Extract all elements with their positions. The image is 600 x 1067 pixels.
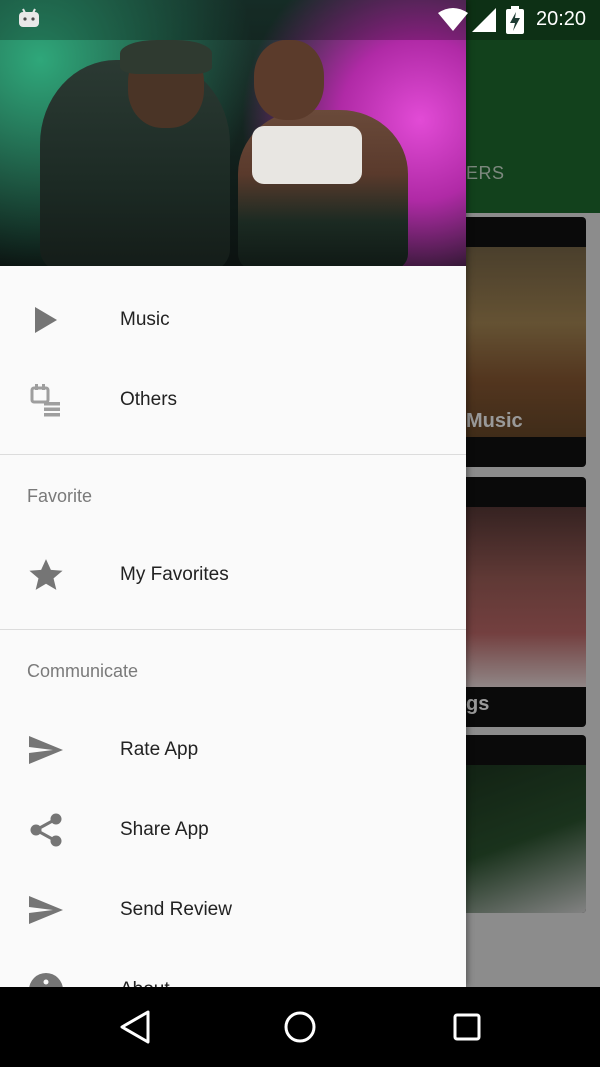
- divider: [0, 629, 466, 630]
- drawer-item-label: Others: [120, 389, 178, 410]
- drawer-item-label: Share App: [120, 819, 209, 840]
- header-photo-person: [252, 126, 362, 184]
- home-button[interactable]: [280, 1007, 320, 1047]
- header-photo-person: [254, 40, 324, 120]
- send-icon: [26, 730, 66, 770]
- play-icon: [26, 300, 66, 340]
- back-button[interactable]: [115, 1007, 155, 1047]
- drawer-item-my-favorites[interactable]: My Favorites: [0, 535, 466, 615]
- drawer-item-label: Send Review: [120, 899, 232, 920]
- status-time: 20:20: [536, 8, 587, 30]
- recents-button[interactable]: [447, 1007, 487, 1047]
- cell-signal-icon: [472, 8, 496, 32]
- header-photo-person: [120, 40, 212, 74]
- drawer-item-label: About: [120, 979, 170, 987]
- drawer-item-rate-app[interactable]: Rate App: [0, 710, 466, 790]
- calendar-list-icon: [26, 380, 66, 420]
- drawer-item-label: Rate App: [120, 739, 199, 760]
- status-bar: 20:20: [0, 0, 600, 40]
- divider: [0, 454, 466, 455]
- section-header-communicate: Communicate: [27, 661, 139, 681]
- info-icon: [26, 970, 66, 987]
- drawer-item-share-app[interactable]: Share App: [0, 790, 466, 870]
- share-icon: [26, 810, 66, 850]
- drawer-item-about[interactable]: About: [0, 950, 466, 987]
- drawer-item-others[interactable]: Others: [0, 360, 466, 440]
- battery-charging-icon: [506, 6, 524, 34]
- drawer-item-music[interactable]: Music: [0, 280, 466, 360]
- drawer-item-label: Music: [120, 309, 170, 330]
- section-header-favorite: Favorite: [27, 486, 93, 506]
- drawer-item-label: My Favorites: [120, 564, 229, 585]
- drawer-item-send-review[interactable]: Send Review: [0, 870, 466, 950]
- send-icon: [26, 890, 66, 930]
- wifi-icon: [438, 8, 468, 32]
- star-icon: [26, 555, 66, 595]
- android-notification-icon: [18, 8, 40, 28]
- system-nav-bar: [0, 987, 600, 1067]
- navigation-drawer: Music Others Favorite My Favorites Commu…: [0, 0, 466, 987]
